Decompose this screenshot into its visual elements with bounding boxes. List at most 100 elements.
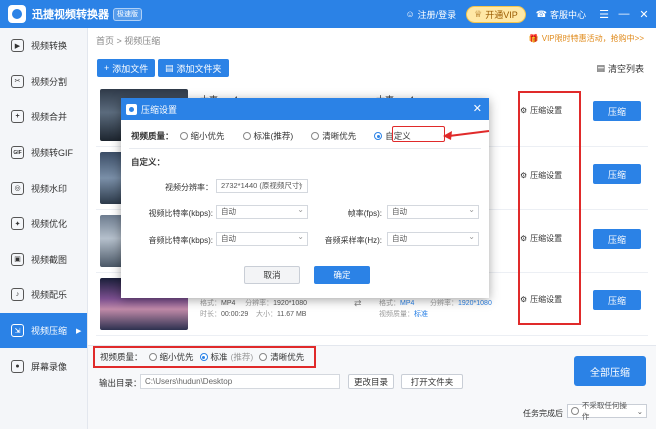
- format-label: 格式：: [379, 300, 400, 307]
- option-label: 清晰优先: [322, 131, 357, 141]
- sidebar-item-label: 视频配乐: [31, 290, 68, 301]
- resolution-value: 1920*1080: [457, 300, 492, 307]
- quality-label: 视频质量：: [100, 352, 143, 362]
- quality-small-radio[interactable]: 缩小优先: [148, 351, 194, 363]
- sidebar-item-record[interactable]: ● 屏幕录像: [0, 348, 87, 384]
- quality-standard-radio[interactable]: 标准 (推荐): [199, 351, 254, 363]
- merge-icon: +: [11, 110, 24, 124]
- app-logo-icon: [126, 103, 137, 115]
- dialog-title: 压缩设置: [141, 104, 178, 115]
- compress-button[interactable]: 压缩: [593, 290, 641, 310]
- sidebar-item-convert[interactable]: ▶ 视频转换: [0, 28, 87, 64]
- vip-label: 开通VIP: [485, 9, 518, 20]
- radio-icon: [311, 132, 320, 140]
- dialog-divider: [129, 148, 481, 149]
- sidebar-item-merge[interactable]: + 视频合并: [0, 99, 87, 135]
- compress-button[interactable]: 压缩: [593, 164, 641, 184]
- compress-settings-dialog: 压缩设置 ✕ 视频质量： 缩小优先 标准(推荐) 清晰优先 自定义 自定义： 视…: [121, 98, 490, 298]
- dialog-quality-small-radio[interactable]: 缩小优先: [179, 130, 225, 142]
- vip-button[interactable]: ♕ 开通VIP: [466, 5, 526, 23]
- service-label: 客服中心: [549, 9, 586, 20]
- compress-button[interactable]: 压缩: [593, 101, 641, 121]
- resolution-label: 视频分辨率：: [165, 183, 213, 192]
- dialog-quality-clear-radio[interactable]: 清晰优先: [311, 130, 356, 142]
- fps-label: 帧率(fps):: [347, 209, 382, 218]
- screenshot-icon: ▣: [11, 252, 24, 266]
- split-icon: ✂: [11, 74, 24, 88]
- resolution-select[interactable]: 2732*1440 (原视频尺寸): [216, 178, 308, 193]
- quality-clear-radio[interactable]: 清晰优先: [259, 351, 304, 363]
- sidebar-item-watermark[interactable]: ◎ 视频水印: [0, 170, 87, 206]
- radio-checked-icon: [374, 132, 383, 140]
- sidebar-item-compress[interactable]: ⇲ 视频压缩 ▶: [0, 312, 87, 349]
- sidebar-item-music[interactable]: ♪ 视频配乐: [0, 277, 87, 313]
- sidebar-item-label: 视频转换: [31, 41, 68, 52]
- custom-header: 自定义：: [131, 157, 166, 167]
- promo-link[interactable]: 🎁 VIP限时特惠活动，抢购中>>: [529, 33, 644, 44]
- login-link[interactable]: ☺ 注册/登录: [405, 8, 456, 21]
- sidebar-item-label: 视频转GIF: [31, 148, 73, 159]
- cancel-button[interactable]: 取消: [244, 266, 300, 284]
- plus-icon: +: [104, 63, 110, 73]
- resolution-value: 1920*1080: [273, 300, 308, 307]
- resolution-label: 分辨率：: [245, 300, 274, 307]
- duration-value: 00:00:29: [221, 311, 249, 318]
- clear-list-button[interactable]: ▤ 清空列表: [596, 59, 644, 77]
- dialog-header: 压缩设置 ✕: [121, 98, 489, 120]
- audio-sample-label: 音频采样率(Hz):: [324, 236, 382, 245]
- login-label: 注册/登录: [417, 9, 457, 20]
- audio-bitrate-select[interactable]: 自动: [216, 231, 308, 246]
- sidebar-item-label: 视频水印: [31, 183, 68, 194]
- output-dir-label: 输出目录：: [99, 378, 142, 388]
- fps-select[interactable]: 自动: [387, 204, 479, 219]
- compress-icon: ⇲: [11, 324, 24, 338]
- highlight-arrow-icon: [443, 130, 490, 140]
- sidebar-item-label: 视频截图: [31, 254, 68, 265]
- audio-sample-select[interactable]: 自动: [387, 231, 479, 246]
- add-file-button[interactable]: + 添加文件: [97, 59, 156, 77]
- gift-icon: 🎁: [528, 34, 539, 43]
- option-label: 缩小优先: [190, 131, 225, 141]
- sidebar-item-gif[interactable]: GIF 视频转GIF: [0, 135, 87, 171]
- video-bitrate-select[interactable]: 自动: [216, 204, 308, 219]
- close-icon[interactable]: ✕: [473, 102, 482, 115]
- service-link[interactable]: ☎ 客服中心: [536, 8, 586, 21]
- highlight-box-settings: [518, 91, 581, 325]
- edition-badge: 极速版: [113, 7, 142, 21]
- sidebar-item-label: 视频合并: [31, 112, 68, 123]
- resolution-label: 分辨率：: [429, 300, 458, 307]
- open-folder-button[interactable]: 打开文件夹: [401, 374, 463, 389]
- change-dir-button[interactable]: 更改目录: [348, 374, 394, 389]
- output-dir-field[interactable]: C:\Users\hudun\Desktop: [140, 374, 340, 389]
- audio-bitrate-label: 音频比特率(kbps):: [148, 236, 213, 245]
- add-file-label: 添加文件: [112, 63, 149, 74]
- compress-button[interactable]: 压缩: [593, 229, 641, 249]
- sidebar-item-split[interactable]: ✂ 视频分割: [0, 64, 87, 100]
- close-icon[interactable]: ✕: [636, 8, 652, 21]
- convert-icon: ▶: [11, 39, 24, 53]
- quality-label: 视频质量：: [379, 311, 414, 318]
- gif-icon: GIF: [11, 146, 24, 160]
- format-value: MP4: [400, 300, 415, 307]
- menu-icon[interactable]: ☰: [596, 8, 612, 21]
- convert-arrow-icon: ⇄: [354, 298, 362, 308]
- app-title: 迅捷视频转换器: [32, 9, 109, 21]
- chevron-right-icon: ▶: [76, 327, 82, 335]
- folder-icon: ▤: [165, 62, 174, 73]
- task-done-value: 不采取任何操作: [581, 401, 627, 421]
- dialog-quality-standard-radio[interactable]: 标准(推荐): [242, 130, 293, 142]
- compress-all-button[interactable]: 全部压缩: [574, 356, 646, 386]
- sidebar-item-optimize[interactable]: ✦ 视频优化: [0, 206, 87, 242]
- quality-value: 标准: [414, 311, 428, 318]
- sidebar-item-label: 屏幕录像: [31, 361, 68, 372]
- add-folder-button[interactable]: ▤ 添加文件夹: [158, 59, 229, 77]
- sidebar-item-label: 视频分割: [31, 76, 68, 87]
- sidebar-item-screenshot[interactable]: ▣ 视频截图: [0, 242, 87, 278]
- radio-icon: [148, 353, 157, 361]
- task-done-select[interactable]: 不采取任何操作 ⌄: [567, 401, 647, 421]
- minimize-icon[interactable]: —: [616, 8, 632, 20]
- confirm-button[interactable]: 确定: [314, 266, 370, 284]
- option-note: (推荐): [230, 352, 254, 362]
- size-label: 大小：: [256, 311, 278, 318]
- option-label: 缩小优先: [159, 352, 194, 362]
